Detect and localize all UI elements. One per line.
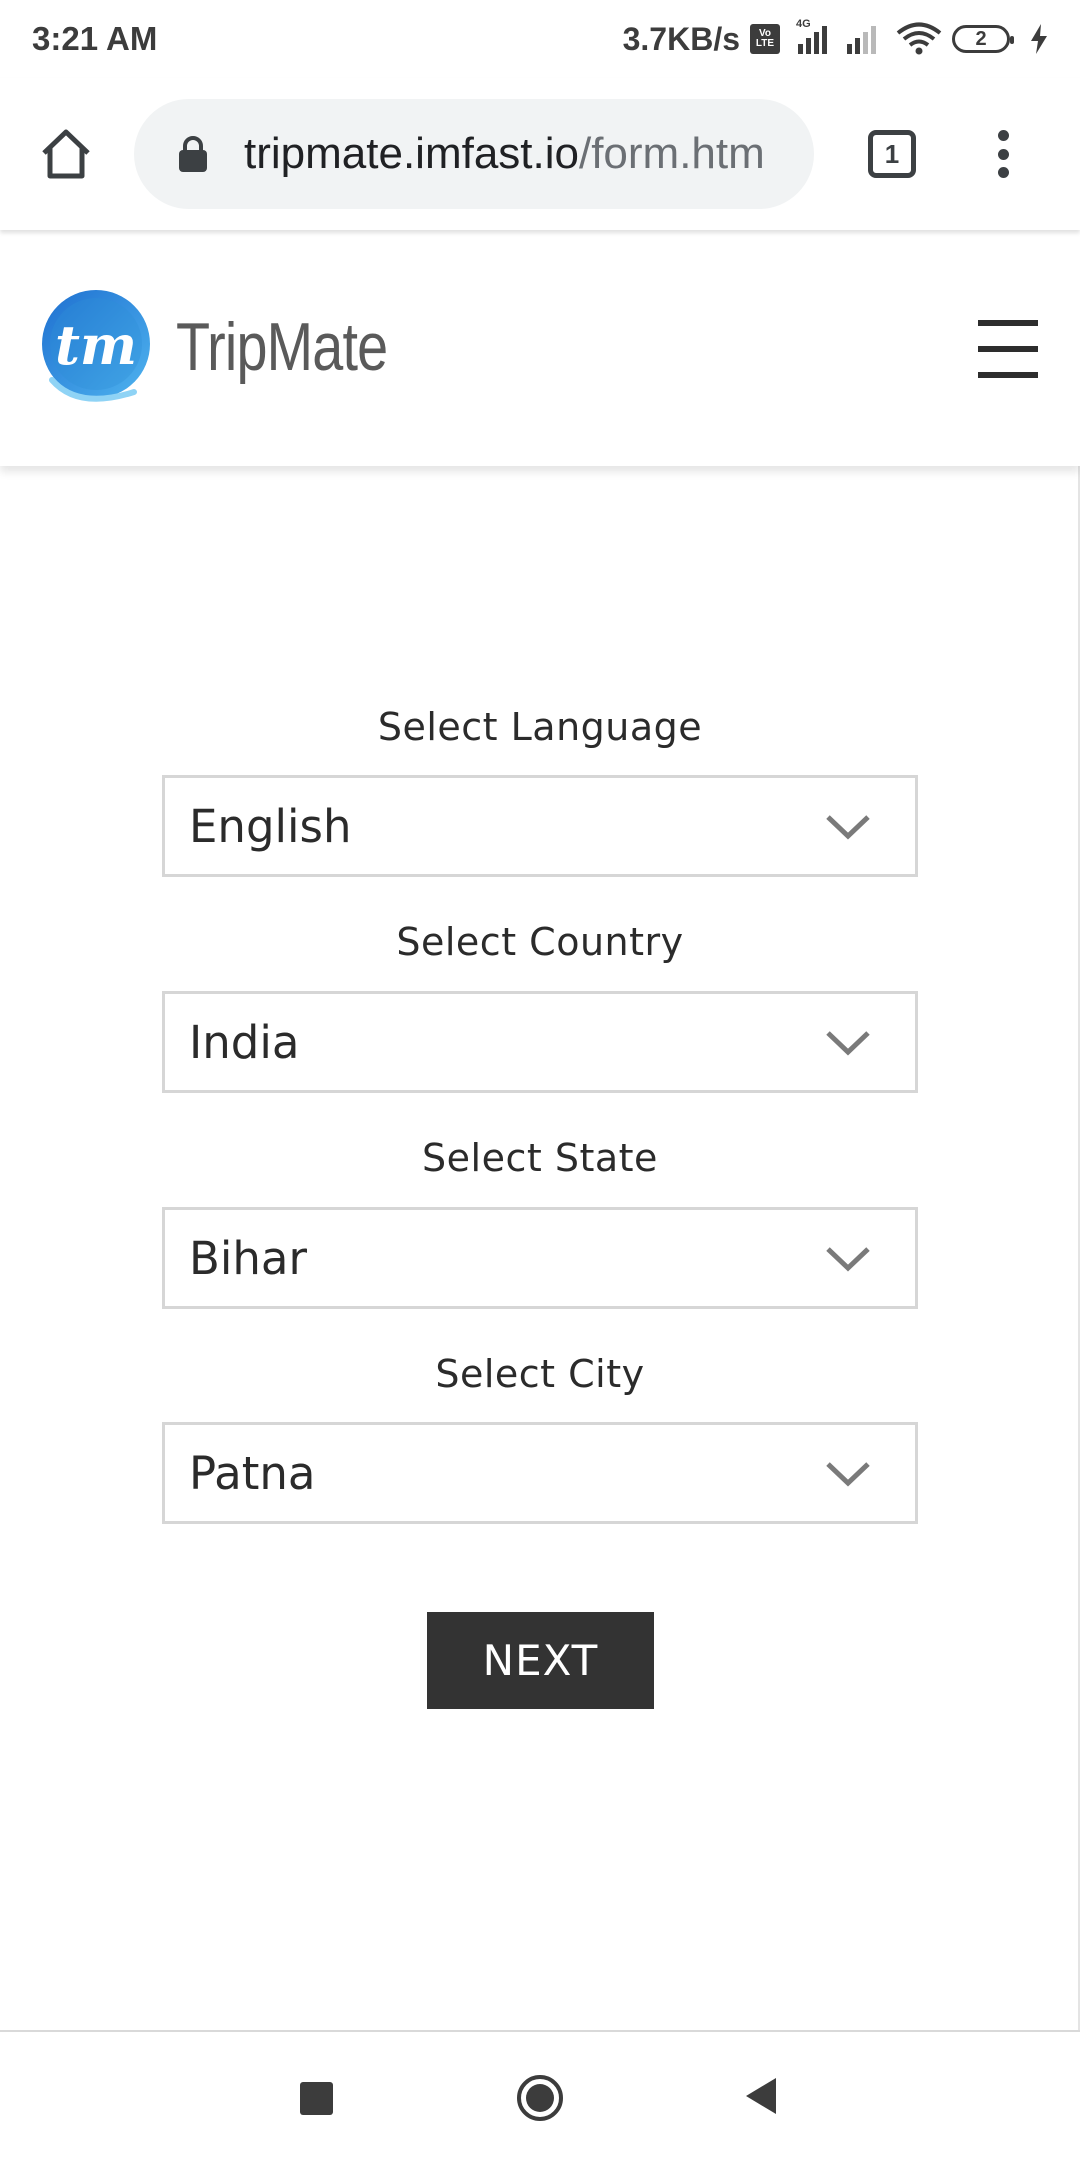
- lock-icon: [179, 136, 207, 172]
- chevron-down-icon: [826, 1462, 870, 1487]
- volte-icon: Vo LTE: [750, 24, 780, 54]
- city-value: Patna: [189, 1446, 316, 1500]
- battery-level: 2: [975, 27, 987, 50]
- city-label: Select City: [435, 1352, 645, 1396]
- hamburger-icon[interactable]: [978, 320, 1038, 378]
- network-type: 4G: [796, 18, 811, 30]
- language-select[interactable]: English: [162, 775, 918, 877]
- brand-name: TripMate: [176, 309, 388, 385]
- wifi-icon: [896, 22, 942, 55]
- state-value: Bihar: [189, 1231, 307, 1285]
- site-logo[interactable]: tm TripMate: [38, 288, 434, 406]
- url-path: /form.htm: [578, 129, 765, 178]
- battery-icon: 2: [952, 25, 1014, 53]
- next-button[interactable]: NEXT: [427, 1612, 654, 1709]
- chevron-down-icon: [826, 1247, 870, 1272]
- language-label: Select Language: [377, 705, 703, 749]
- language-value: English: [189, 799, 352, 853]
- state-select[interactable]: Bihar: [162, 1207, 918, 1309]
- url-text: tripmate.imfast.io/form.htm: [244, 129, 765, 179]
- address-bar[interactable]: tripmate.imfast.io/form.htm: [134, 99, 814, 209]
- status-bar: 3:21 AM 3.7KB/s Vo LTE 4G 2: [0, 0, 1080, 78]
- browser-toolbar: tripmate.imfast.io/form.htm 1: [0, 78, 1080, 230]
- site-header: tm TripMate: [0, 230, 1080, 466]
- tabs-button[interactable]: 1: [868, 130, 916, 178]
- network-speed: 3.7KB/s: [622, 20, 740, 57]
- svg-text:tm: tm: [55, 313, 137, 377]
- cell-signal-2-icon: [847, 24, 876, 54]
- tab-count: 1: [884, 138, 900, 169]
- charging-icon: [1031, 24, 1047, 54]
- chevron-down-icon: [826, 815, 870, 840]
- screen: 3:21 AM 3.7KB/s Vo LTE 4G 2 tripmate.imf…: [0, 0, 1080, 2160]
- status-time: 3:21 AM: [32, 20, 158, 57]
- country-value: India: [189, 1015, 300, 1069]
- home-icon[interactable]: [38, 126, 94, 182]
- tripmate-logo-icon: tm: [42, 290, 150, 402]
- country-select[interactable]: India: [162, 991, 918, 1093]
- country-label: Select Country: [396, 920, 684, 964]
- system-nav-bar: [0, 2032, 1080, 2160]
- state-label: Select State: [422, 1136, 658, 1180]
- status-icons: 3.7KB/s Vo LTE 4G 2: [622, 18, 1048, 58]
- chevron-down-icon: [826, 1031, 870, 1056]
- cell-signal-icon: 4G: [796, 18, 827, 54]
- back-icon[interactable]: [744, 2076, 778, 2116]
- home-circle-icon[interactable]: [516, 2074, 564, 2122]
- city-select[interactable]: Patna: [162, 1422, 918, 1524]
- url-host: tripmate.imfast.io: [244, 129, 579, 178]
- more-vert-icon[interactable]: [986, 128, 1020, 180]
- recents-icon[interactable]: [300, 2082, 333, 2115]
